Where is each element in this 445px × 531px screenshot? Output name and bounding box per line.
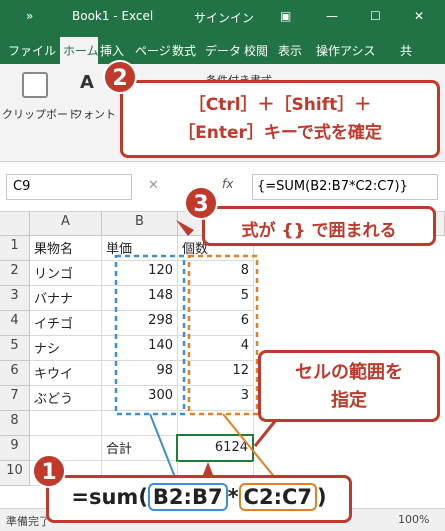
callout-formula-mul: * bbox=[227, 485, 239, 509]
callout-shortcut-line1: ［Ctrl］＋［Shift］＋ bbox=[188, 95, 372, 115]
callout3-pointer bbox=[176, 220, 194, 236]
callout-shortcut-line2: ［Enter］キーで式を確定 bbox=[178, 123, 382, 143]
range-b2-b7-highlight bbox=[114, 254, 186, 416]
callout-formula-prefix: =sum( bbox=[71, 485, 148, 509]
callout-select-range-line1: セルの範囲を bbox=[295, 362, 403, 383]
callout-formula-range2: C2:C7 bbox=[238, 483, 317, 511]
step-2-badge: 2 bbox=[103, 60, 137, 94]
step-1-badge: 1 bbox=[32, 454, 66, 488]
callout-braces: 式が {} で囲まれる bbox=[202, 206, 436, 246]
zoom-level[interactable]: 100% bbox=[398, 513, 429, 526]
callout-formula-range1: B2:B7 bbox=[147, 483, 228, 511]
callout-select-range-line2: 指定 bbox=[331, 390, 367, 411]
callout-formula-suffix: ) bbox=[317, 485, 327, 509]
step-3-badge: 3 bbox=[184, 186, 218, 220]
callout-formula: =sum(B2:B7 * C2:C7) bbox=[46, 475, 352, 523]
callout-select-range: セルの範囲を 指定 bbox=[258, 350, 440, 422]
status-ready: 準備完了 bbox=[6, 515, 50, 528]
range-c2-c7-highlight bbox=[187, 254, 259, 416]
callout-shortcut: ［Ctrl］＋［Shift］＋ ［Enter］キーで式を確定 bbox=[120, 80, 440, 158]
callout-braces-text: 式が {} で囲まれる bbox=[241, 221, 397, 241]
